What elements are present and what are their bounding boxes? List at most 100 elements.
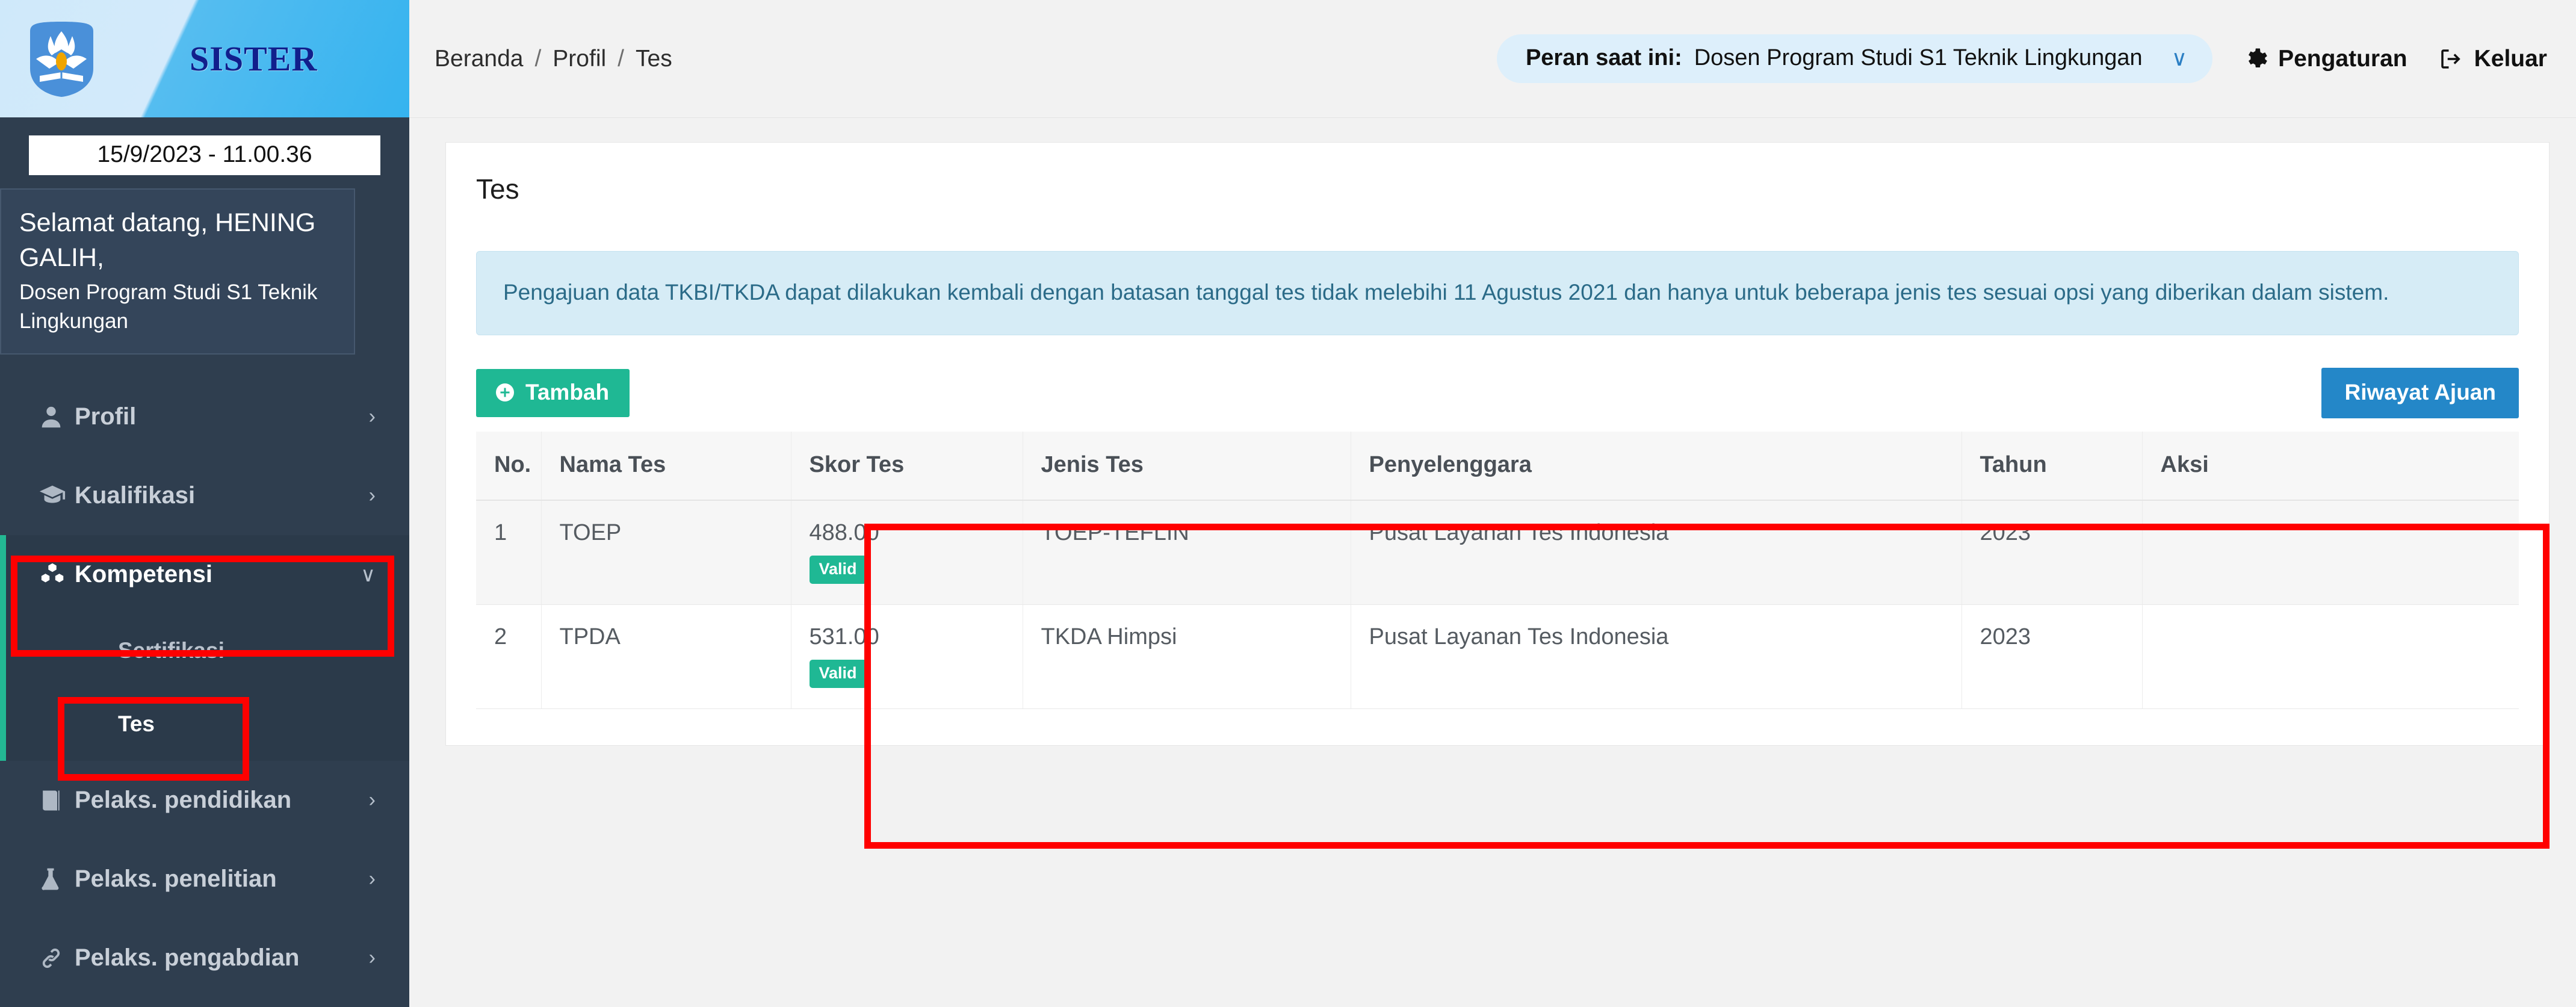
settings-label: Pengaturan: [2278, 45, 2407, 72]
breadcrumb-separator: /: [534, 45, 542, 72]
chevron-right-icon: ›: [368, 946, 376, 970]
breadcrumb-item-profil[interactable]: Profil: [553, 46, 606, 72]
cubes-icon: [37, 561, 75, 589]
sidebar-item-label: Kualifikasi: [75, 482, 196, 509]
plus-circle-icon: [494, 382, 516, 403]
clock-container: 15/9/2023 - 11.00.36: [0, 117, 409, 175]
cell-aksi[interactable]: [2142, 500, 2519, 605]
cell-jenis-tes: TOEP-TEFLIN: [1023, 500, 1351, 605]
cell-penyelenggara: Pusat Layanan Tes Indonesia: [1351, 604, 1962, 709]
column-header-aksi: Aksi: [2142, 431, 2519, 501]
column-header-no: No.: [476, 431, 542, 501]
page-title: Tes: [476, 173, 519, 205]
status-badge: Valid: [809, 555, 867, 584]
sidebar-item-label: Kompetensi: [75, 561, 212, 588]
sidebar-item-label: Pelaks. pengabdian: [75, 944, 300, 971]
role-selector-value: Dosen Program Studi S1 Teknik Lingkungan: [1694, 45, 2143, 70]
application-window: SISTER 15/9/2023 - 11.00.36 Selamat data…: [0, 0, 2576, 1007]
breadcrumb-item-beranda[interactable]: Beranda: [435, 46, 523, 72]
cell-skor-tes: 531.00 Valid: [791, 604, 1023, 709]
cell-tahun: 2023: [1961, 500, 2143, 605]
welcome-role: Dosen Program Studi S1 Teknik Lingkungan: [19, 280, 318, 333]
tes-card: Tes Pengajuan data TKBI/TKDA dapat dilak…: [445, 142, 2550, 746]
flask-icon: [37, 866, 75, 893]
table-header-row: No. Nama Tes Skor Tes Jenis Tes Penyelen…: [476, 431, 2519, 501]
sidebar-item-pelaks-pengabdian[interactable]: Pelaks. pengabdian ›: [0, 919, 409, 997]
sidebar-item-pelaks-penelitian[interactable]: Pelaks. penelitian ›: [0, 840, 409, 919]
logout-label: Keluar: [2474, 45, 2547, 72]
info-alert-text: Pengajuan data TKBI/TKDA dapat dilakukan…: [503, 280, 2389, 305]
column-header-skor-tes: Skor Tes: [791, 431, 1023, 501]
brand-header[interactable]: SISTER: [0, 0, 409, 117]
breadcrumb-item-tes[interactable]: Tes: [636, 46, 672, 72]
sidebar-item-label: Pelaks. penelitian: [75, 866, 277, 893]
kemdikbud-tut-wuri-handayani-logo: [24, 18, 99, 99]
table-row[interactable]: 1 TOEP 488.00 Valid TOEP-TEFLIN Pusat La…: [476, 500, 2519, 605]
gear-icon: [2243, 46, 2268, 72]
welcome-greeting: Selamat datang, HENING GALIH,: [19, 208, 316, 273]
info-alert: Pengajuan data TKBI/TKDA dapat dilakukan…: [476, 251, 2519, 335]
sidebar-item-sertifikasi[interactable]: Sertifikasi: [0, 614, 409, 687]
table-head: No. Nama Tes Skor Tes Jenis Tes Penyelen…: [476, 431, 2519, 501]
role-selector[interactable]: Peran saat ini: Dosen Program Studi S1 T…: [1496, 34, 2213, 83]
sidebar-item-label: Pelaks. pendidikan: [75, 787, 292, 814]
tests-table-container: No. Nama Tes Skor Tes Jenis Tes Penyelen…: [476, 431, 2519, 709]
sidebar-subitem-label: Sertifikasi: [118, 638, 224, 663]
top-bar: Beranda / Profil / Tes Peran saat ini: D…: [409, 0, 2576, 118]
sidebar-item-kompetensi[interactable]: Kompetensi ∨: [0, 535, 409, 614]
status-badge: Valid: [809, 659, 867, 688]
column-header-jenis-tes: Jenis Tes: [1023, 431, 1351, 501]
breadcrumb-separator: /: [618, 45, 624, 72]
cell-nama-tes: TPDA: [541, 604, 791, 709]
cell-jenis-tes: TKDA Himpsi: [1023, 604, 1351, 709]
column-header-penyelenggara: Penyelenggara: [1351, 431, 1962, 501]
sidebar-menu: Profil › Kualifikasi › Kompetensi ∨ Sert…: [0, 377, 409, 997]
sign-out-icon: [2438, 46, 2464, 72]
chevron-down-icon: ∨: [361, 563, 376, 586]
sidebar-item-kualifikasi[interactable]: Kualifikasi ›: [0, 456, 409, 535]
settings-button[interactable]: Pengaturan: [2243, 46, 2407, 72]
column-header-nama-tes: Nama Tes: [541, 431, 791, 501]
graduation-cap-icon: [37, 482, 75, 510]
add-button-label: Tambah: [525, 379, 610, 404]
column-header-tahun: Tahun: [1961, 431, 2143, 501]
chevron-right-icon: ›: [368, 484, 376, 507]
cell-no: 1: [476, 500, 542, 605]
cell-aksi[interactable]: [2142, 604, 2519, 709]
skor-value: 488.00: [809, 519, 879, 545]
sidebar-item-label: Profil: [75, 403, 137, 430]
add-button[interactable]: Tambah: [476, 368, 630, 417]
role-selector-label: Peran saat ini:: [1525, 45, 1682, 70]
chevron-right-icon: ›: [368, 405, 376, 429]
sidebar-group-kompetensi: Kompetensi ∨ Sertifikasi Tes: [0, 535, 409, 761]
cell-no: 2: [476, 604, 542, 709]
sidebar-item-pelaks-pendidikan[interactable]: Pelaks. pendidikan ›: [0, 761, 409, 840]
breadcrumb: Beranda / Profil / Tes: [435, 46, 672, 72]
welcome-panel: Selamat datang, HENING GALIH, Dosen Prog…: [0, 188, 355, 355]
sidebar-item-profil[interactable]: Profil ›: [0, 377, 409, 456]
history-button[interactable]: Riwayat Ajuan: [2321, 367, 2519, 418]
user-icon: [37, 403, 75, 431]
chevron-right-icon: ›: [368, 867, 376, 891]
history-button-label: Riwayat Ajuan: [2344, 379, 2496, 404]
cell-skor-tes: 488.00 Valid: [791, 500, 1023, 605]
cell-penyelenggara: Pusat Layanan Tes Indonesia: [1351, 500, 1962, 605]
top-bar-actions: Peran saat ini: Dosen Program Studi S1 T…: [1496, 34, 2547, 83]
tests-table: No. Nama Tes Skor Tes Jenis Tes Penyelen…: [476, 431, 2519, 709]
clock-display: 15/9/2023 - 11.00.36: [29, 135, 380, 175]
cell-tahun: 2023: [1961, 604, 2143, 709]
cell-nama-tes: TOEP: [541, 500, 791, 605]
content-area: Tes Pengajuan data TKBI/TKDA dapat dilak…: [409, 118, 2576, 746]
table-row[interactable]: 2 TPDA 531.00 Valid TKDA Himpsi Pusat La…: [476, 604, 2519, 709]
brand-name: SISTER: [190, 39, 318, 78]
chevron-right-icon: ›: [368, 789, 376, 812]
sidebar: SISTER 15/9/2023 - 11.00.36 Selamat data…: [0, 0, 409, 1007]
sidebar-item-tes[interactable]: Tes: [0, 687, 409, 761]
book-icon: [37, 787, 75, 814]
welcome-container: Selamat datang, HENING GALIH, Dosen Prog…: [0, 175, 409, 355]
sidebar-subitem-label: Tes: [118, 711, 155, 737]
chevron-down-icon[interactable]: ∨: [2172, 46, 2187, 71]
link-icon: [37, 944, 75, 972]
toolbar: Tambah Riwayat Ajuan: [476, 367, 2519, 418]
logout-button[interactable]: Keluar: [2438, 46, 2547, 72]
